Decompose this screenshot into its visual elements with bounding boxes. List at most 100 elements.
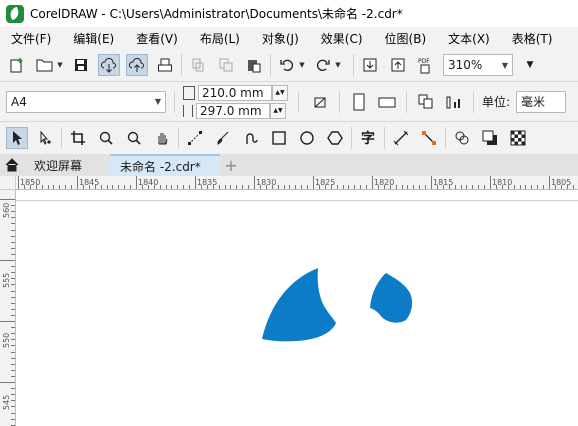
standard-toolbar: ▼ ▼ ▼ PDF 310% ▼ ▼ — [0, 49, 578, 82]
export-icon[interactable] — [387, 54, 409, 76]
vertical-ruler[interactable]: 560 555 550 545 — [0, 190, 16, 426]
add-tab-button[interactable]: + — [220, 154, 242, 176]
ruler-tick — [11, 418, 15, 420]
width-spinner[interactable]: ▲▼ — [272, 84, 288, 101]
ruler-tick — [106, 185, 108, 189]
copy-icon[interactable] — [215, 54, 237, 76]
horizontal-ruler[interactable]: 1850 1845 1840 1835 1830 1825 1820 1815 … — [16, 176, 578, 190]
pen-tool-icon[interactable] — [240, 127, 262, 149]
undo-icon[interactable] — [276, 54, 298, 76]
zoom-tool-icon[interactable] — [95, 127, 117, 149]
redo-dropdown-icon[interactable]: ▼ — [334, 54, 342, 76]
zoom-level-combo[interactable]: 310% ▼ — [443, 54, 513, 76]
ruler-tick — [401, 185, 403, 189]
page-width-input[interactable]: 210.0 mm — [198, 84, 272, 101]
print-icon[interactable] — [154, 54, 176, 76]
connector-tool-icon[interactable] — [418, 127, 440, 149]
units-value: 毫米 — [521, 95, 546, 109]
transparency-tool-icon[interactable] — [451, 127, 473, 149]
ruler-tick — [531, 185, 533, 189]
page-dimensions: 210.0 mm ▲▼ 297.0 mm ▲▼ — [183, 84, 288, 119]
open-folder-icon[interactable] — [34, 54, 56, 76]
landscape-icon[interactable] — [376, 91, 398, 113]
rectangle-tool-icon[interactable] — [268, 127, 290, 149]
ruler-tick — [236, 185, 238, 189]
blue-shape-left[interactable] — [262, 268, 336, 342]
menu-edit[interactable]: 编辑(E) — [62, 30, 125, 47]
page-height-input[interactable]: 297.0 mm — [196, 102, 270, 119]
tab-welcome-screen[interactable]: 欢迎屏幕 — [24, 154, 110, 176]
page-sizing-icon[interactable] — [309, 91, 331, 113]
menu-file[interactable]: 文件(F) — [0, 30, 62, 47]
menu-effects[interactable]: 效果(C) — [310, 30, 374, 47]
ruler-tick — [195, 176, 196, 189]
portrait-icon[interactable] — [348, 91, 370, 113]
cut-icon[interactable] — [187, 54, 209, 76]
ruler-tick — [425, 185, 427, 189]
ruler-tick — [112, 185, 114, 189]
drop-shadow-icon[interactable] — [479, 127, 501, 149]
artwork — [262, 268, 413, 342]
height-spinner[interactable]: ▲▼ — [270, 102, 286, 119]
svg-text:PDF: PDF — [418, 58, 430, 65]
pick-tool-icon[interactable] — [6, 127, 28, 149]
ruler-tick — [554, 185, 556, 189]
ruler-label: 545 — [2, 394, 11, 410]
open-dropdown-icon[interactable]: ▼ — [56, 54, 64, 76]
drawing-canvas[interactable]: 1850 1845 1840 1835 1830 1825 1820 1815 … — [0, 176, 578, 426]
ruler-tick — [29, 185, 31, 189]
blue-shape-right[interactable] — [370, 273, 413, 323]
menu-layout[interactable]: 布局(L) — [189, 30, 251, 47]
new-document-icon[interactable] — [6, 54, 28, 76]
ruler-tick — [366, 185, 368, 189]
ruler-tick — [519, 185, 521, 189]
save-icon[interactable] — [70, 54, 92, 76]
artistic-media-icon[interactable] — [212, 127, 234, 149]
undo-dropdown-icon[interactable]: ▼ — [298, 54, 306, 76]
ruler-tick — [224, 185, 226, 189]
ruler-tick — [11, 412, 15, 414]
ruler-tick — [212, 185, 214, 189]
ruler-label: 555 — [2, 272, 11, 288]
cloud-upload-icon[interactable] — [126, 54, 148, 76]
ruler-tick — [77, 176, 78, 189]
menu-bitmaps[interactable]: 位图(B) — [374, 30, 438, 47]
ruler-tick — [11, 278, 15, 280]
shape-tool-icon[interactable] — [34, 127, 56, 149]
pan-tool-icon[interactable] — [151, 127, 173, 149]
ruler-tick — [153, 185, 155, 189]
crop-tool-icon[interactable] — [67, 127, 89, 149]
menu-table[interactable]: 表格(T) — [501, 30, 564, 47]
paste-icon[interactable] — [243, 54, 265, 76]
import-icon[interactable] — [359, 54, 381, 76]
zoom-out-tool-icon[interactable] — [123, 127, 145, 149]
toolbox: 字 — [0, 122, 578, 154]
ruler-tick — [537, 185, 539, 189]
ruler-tick — [484, 185, 486, 189]
zoom-dropdown-extra-icon[interactable]: ▼ — [519, 54, 541, 76]
redo-icon[interactable] — [312, 54, 334, 76]
ruler-tick — [200, 185, 202, 189]
ruler-tick — [431, 176, 432, 189]
ellipse-tool-icon[interactable] — [296, 127, 318, 149]
curve-tool-icon[interactable] — [184, 127, 206, 149]
all-pages-icon[interactable] — [415, 91, 437, 113]
cloud-download-icon[interactable] — [98, 54, 120, 76]
parallel-dimension-icon[interactable] — [390, 127, 412, 149]
polygon-tool-icon[interactable] — [324, 127, 346, 149]
menu-object[interactable]: 对象(J) — [251, 30, 310, 47]
tab-document[interactable]: 未命名 -2.cdr* — [110, 154, 220, 176]
units-select[interactable]: 毫米 — [516, 90, 567, 113]
home-icon[interactable] — [0, 154, 24, 176]
page-size-select[interactable]: A4 ▼ — [6, 90, 166, 113]
menu-view[interactable]: 查看(V) — [125, 30, 189, 47]
current-page-icon[interactable] — [443, 91, 465, 113]
ruler-tick — [11, 327, 15, 329]
ruler-origin-corner[interactable] — [0, 176, 16, 190]
ruler-tick — [11, 247, 15, 249]
menu-text[interactable]: 文本(X) — [437, 30, 501, 47]
pdf-icon[interactable]: PDF — [415, 54, 437, 76]
text-tool-icon[interactable]: 字 — [357, 127, 379, 149]
checker-icon[interactable] — [507, 127, 529, 149]
ruler-tick — [11, 351, 15, 353]
